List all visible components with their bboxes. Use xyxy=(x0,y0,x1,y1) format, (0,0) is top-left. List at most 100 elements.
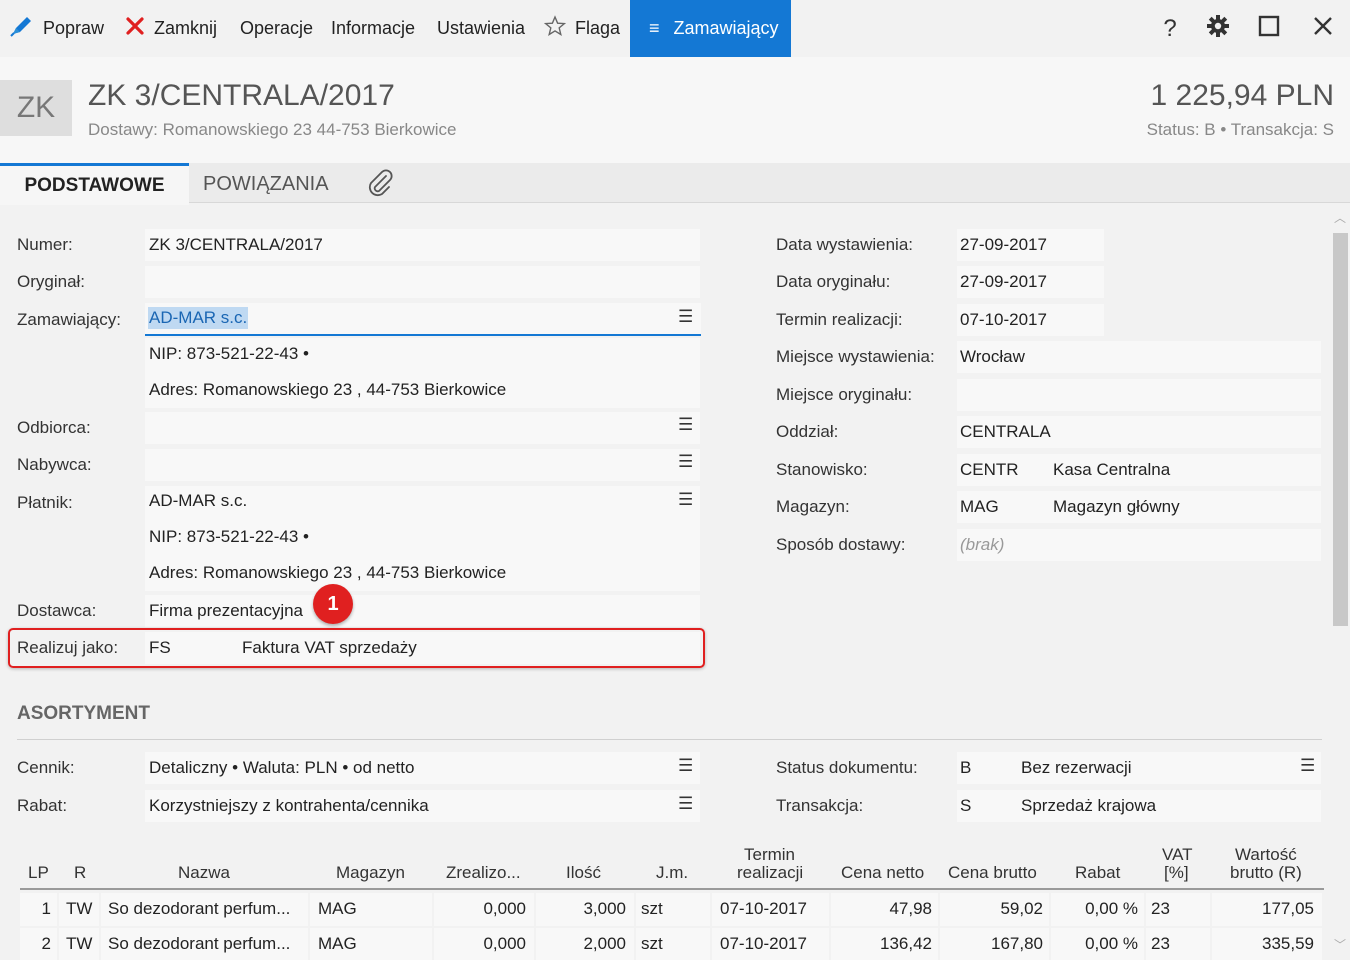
settings-button[interactable] xyxy=(1198,0,1238,57)
data-oryginalu-value: 27-09-2017 xyxy=(960,272,1047,291)
col-cena-brutto[interactable]: Cena brutto xyxy=(948,863,1037,883)
tab-powiazania[interactable]: POWIĄZANIA xyxy=(203,163,329,205)
col-wartosc-line2[interactable]: brutto (R) xyxy=(1230,863,1302,883)
attachment-icon[interactable] xyxy=(366,168,394,203)
table-cell-cena-netto[interactable]: 136,42 xyxy=(831,934,938,954)
scroll-down-icon[interactable]: ﹀ xyxy=(1334,936,1346,953)
help-icon: ? xyxy=(1163,14,1177,42)
popraw-label: Popraw xyxy=(43,18,105,38)
col-r[interactable]: R xyxy=(74,863,86,883)
star-icon xyxy=(543,15,567,42)
platnik-nip: NIP: 873-521-22-43 • xyxy=(149,527,309,546)
table-cell-cena-brutto[interactable]: 167,80 xyxy=(940,934,1049,954)
table-cell-vat[interactable]: 23 xyxy=(1146,899,1210,919)
oddzial-label: Oddział: xyxy=(776,422,839,441)
odbiorca-menu-icon[interactable]: ☰ xyxy=(678,415,693,435)
termin-realizacji-label: Termin realizacji: xyxy=(776,310,903,329)
zamawiajacy-menu-icon[interactable]: ☰ xyxy=(678,307,693,327)
section-divider xyxy=(17,739,1322,740)
col-vat-line2[interactable]: [%] xyxy=(1164,863,1189,883)
sposob-dostawy-field[interactable] xyxy=(957,529,1321,561)
ustawienia-menu[interactable]: Ustawienia xyxy=(437,0,525,57)
oryginal-field[interactable] xyxy=(145,266,700,298)
cennik-menu-icon[interactable]: ☰ xyxy=(678,756,693,776)
nabywca-field[interactable] xyxy=(145,449,700,481)
table-cell-nazwa[interactable]: So dezodorant perfum... xyxy=(101,934,308,954)
oryginal-label: Oryginał: xyxy=(17,272,86,291)
step-marker: 1 xyxy=(313,584,353,624)
table-cell-zrealizo[interactable]: 0,000 xyxy=(434,899,534,919)
table-cell-wartosc[interactable]: 177,05 xyxy=(1212,899,1322,919)
table-cell-wartosc[interactable]: 335,59 xyxy=(1212,934,1322,954)
asortyment-heading: ASORTYMENT xyxy=(17,703,150,724)
col-ilosc[interactable]: Ilość xyxy=(566,863,601,883)
table-cell-termin[interactable]: 07-10-2017 xyxy=(712,934,829,954)
table-cell-ilosc[interactable]: 3,000 xyxy=(536,899,634,919)
odbiorca-field[interactable] xyxy=(145,412,700,444)
operacje-menu[interactable]: Operacje xyxy=(240,0,313,57)
table-cell-ilosc[interactable]: 2,000 xyxy=(536,934,634,954)
platnik-menu-icon[interactable]: ☰ xyxy=(678,490,693,510)
close-window-button[interactable] xyxy=(1303,0,1343,57)
table-cell-magazyn[interactable]: MAG xyxy=(310,934,432,954)
status-menu-icon[interactable]: ☰ xyxy=(1300,756,1315,776)
col-zrealizowano[interactable]: Zrealizo... xyxy=(446,863,521,883)
close-icon xyxy=(125,16,145,41)
col-magazyn[interactable]: Magazyn xyxy=(336,863,405,883)
document-title: ZK 3/CENTRALA/2017 xyxy=(88,79,395,112)
zamknij-label: Zamknij xyxy=(154,18,218,38)
col-lp[interactable]: LP xyxy=(28,863,49,883)
table-cell-termin[interactable]: 07-10-2017 xyxy=(712,899,829,919)
nabywca-label: Nabywca: xyxy=(17,455,92,474)
flaga-button[interactable]: Flaga xyxy=(543,0,620,57)
zamawiajacy-adres: Adres: Romanowskiego 23 , 44-753 Bierkow… xyxy=(149,380,507,399)
zamawiajacy-tab-button[interactable]: ≡ Zamawiający xyxy=(630,0,791,57)
popraw-button[interactable]: Popraw xyxy=(10,0,104,57)
data-wystawienia-label: Data wystawienia: xyxy=(776,235,914,254)
rabat-menu-icon[interactable]: ☰ xyxy=(678,794,693,814)
col-vat-line1[interactable]: VAT xyxy=(1162,845,1193,865)
col-cena-netto[interactable]: Cena netto xyxy=(841,863,924,883)
zamawiajacy-label: Zamawiający: xyxy=(17,310,121,329)
col-jm[interactable]: J.m. xyxy=(656,863,688,883)
nabywca-menu-icon[interactable]: ☰ xyxy=(678,452,693,472)
status-dokumentu-value: Bez rezerwacji xyxy=(1021,758,1132,777)
col-wartosc-line1[interactable]: Wartość xyxy=(1235,845,1297,865)
miejsce-oryginalu-label: Miejsce oryginału: xyxy=(776,385,913,404)
col-nazwa[interactable]: Nazwa xyxy=(178,863,230,883)
table-cell-r[interactable]: TW xyxy=(59,899,99,919)
table-cell-lp[interactable]: 1 xyxy=(20,899,57,919)
help-button[interactable]: ? xyxy=(1150,0,1190,57)
table-cell-cena-netto[interactable]: 47,98 xyxy=(831,899,938,919)
maximize-button[interactable] xyxy=(1249,0,1289,57)
table-cell-jm[interactable]: szt xyxy=(636,899,710,919)
zamknij-button[interactable]: Zamknij xyxy=(125,0,217,57)
table-cell-rabat[interactable]: 0,00 % xyxy=(1051,934,1144,954)
miejsce-oryginalu-field[interactable] xyxy=(957,379,1321,411)
scroll-up-icon[interactable]: ︿ xyxy=(1334,209,1346,226)
tab-podstawowe[interactable]: PODSTAWOWE xyxy=(0,163,189,205)
table-cell-rabat[interactable]: 0,00 % xyxy=(1051,899,1144,919)
col-termin-line2[interactable]: realizacji xyxy=(737,863,803,883)
col-termin-line1[interactable]: Termin xyxy=(744,845,795,865)
status-dokumentu-code: B xyxy=(960,758,972,777)
table-cell-r[interactable]: TW xyxy=(59,934,99,954)
status-dokumentu-field[interactable] xyxy=(957,752,1321,784)
table-cell-zrealizo[interactable]: 0,000 xyxy=(434,934,534,954)
miejsce-wystawienia-value: Wrocław xyxy=(960,347,1025,366)
oddzial-value: CENTRALA xyxy=(960,422,1051,441)
dostawca-label: Dostawca: xyxy=(17,601,97,620)
table-cell-jm[interactable]: szt xyxy=(636,934,710,954)
document-type-badge: ZK xyxy=(0,80,72,136)
scrollbar-thumb[interactable] xyxy=(1333,233,1348,626)
table-cell-cena-brutto[interactable]: 59,02 xyxy=(940,899,1049,919)
col-rabat[interactable]: Rabat xyxy=(1075,863,1120,883)
table-cell-lp[interactable]: 2 xyxy=(20,934,57,954)
informacje-menu[interactable]: Informacje xyxy=(331,0,415,57)
close-window-icon xyxy=(1313,16,1333,41)
table-cell-vat[interactable]: 23 xyxy=(1146,934,1210,954)
table-cell-magazyn[interactable]: MAG xyxy=(310,899,432,919)
table-cell-nazwa[interactable]: So dezodorant perfum... xyxy=(101,899,308,919)
dostawca-value: Firma prezentacyjna xyxy=(149,601,304,620)
pencil-icon xyxy=(10,15,34,42)
